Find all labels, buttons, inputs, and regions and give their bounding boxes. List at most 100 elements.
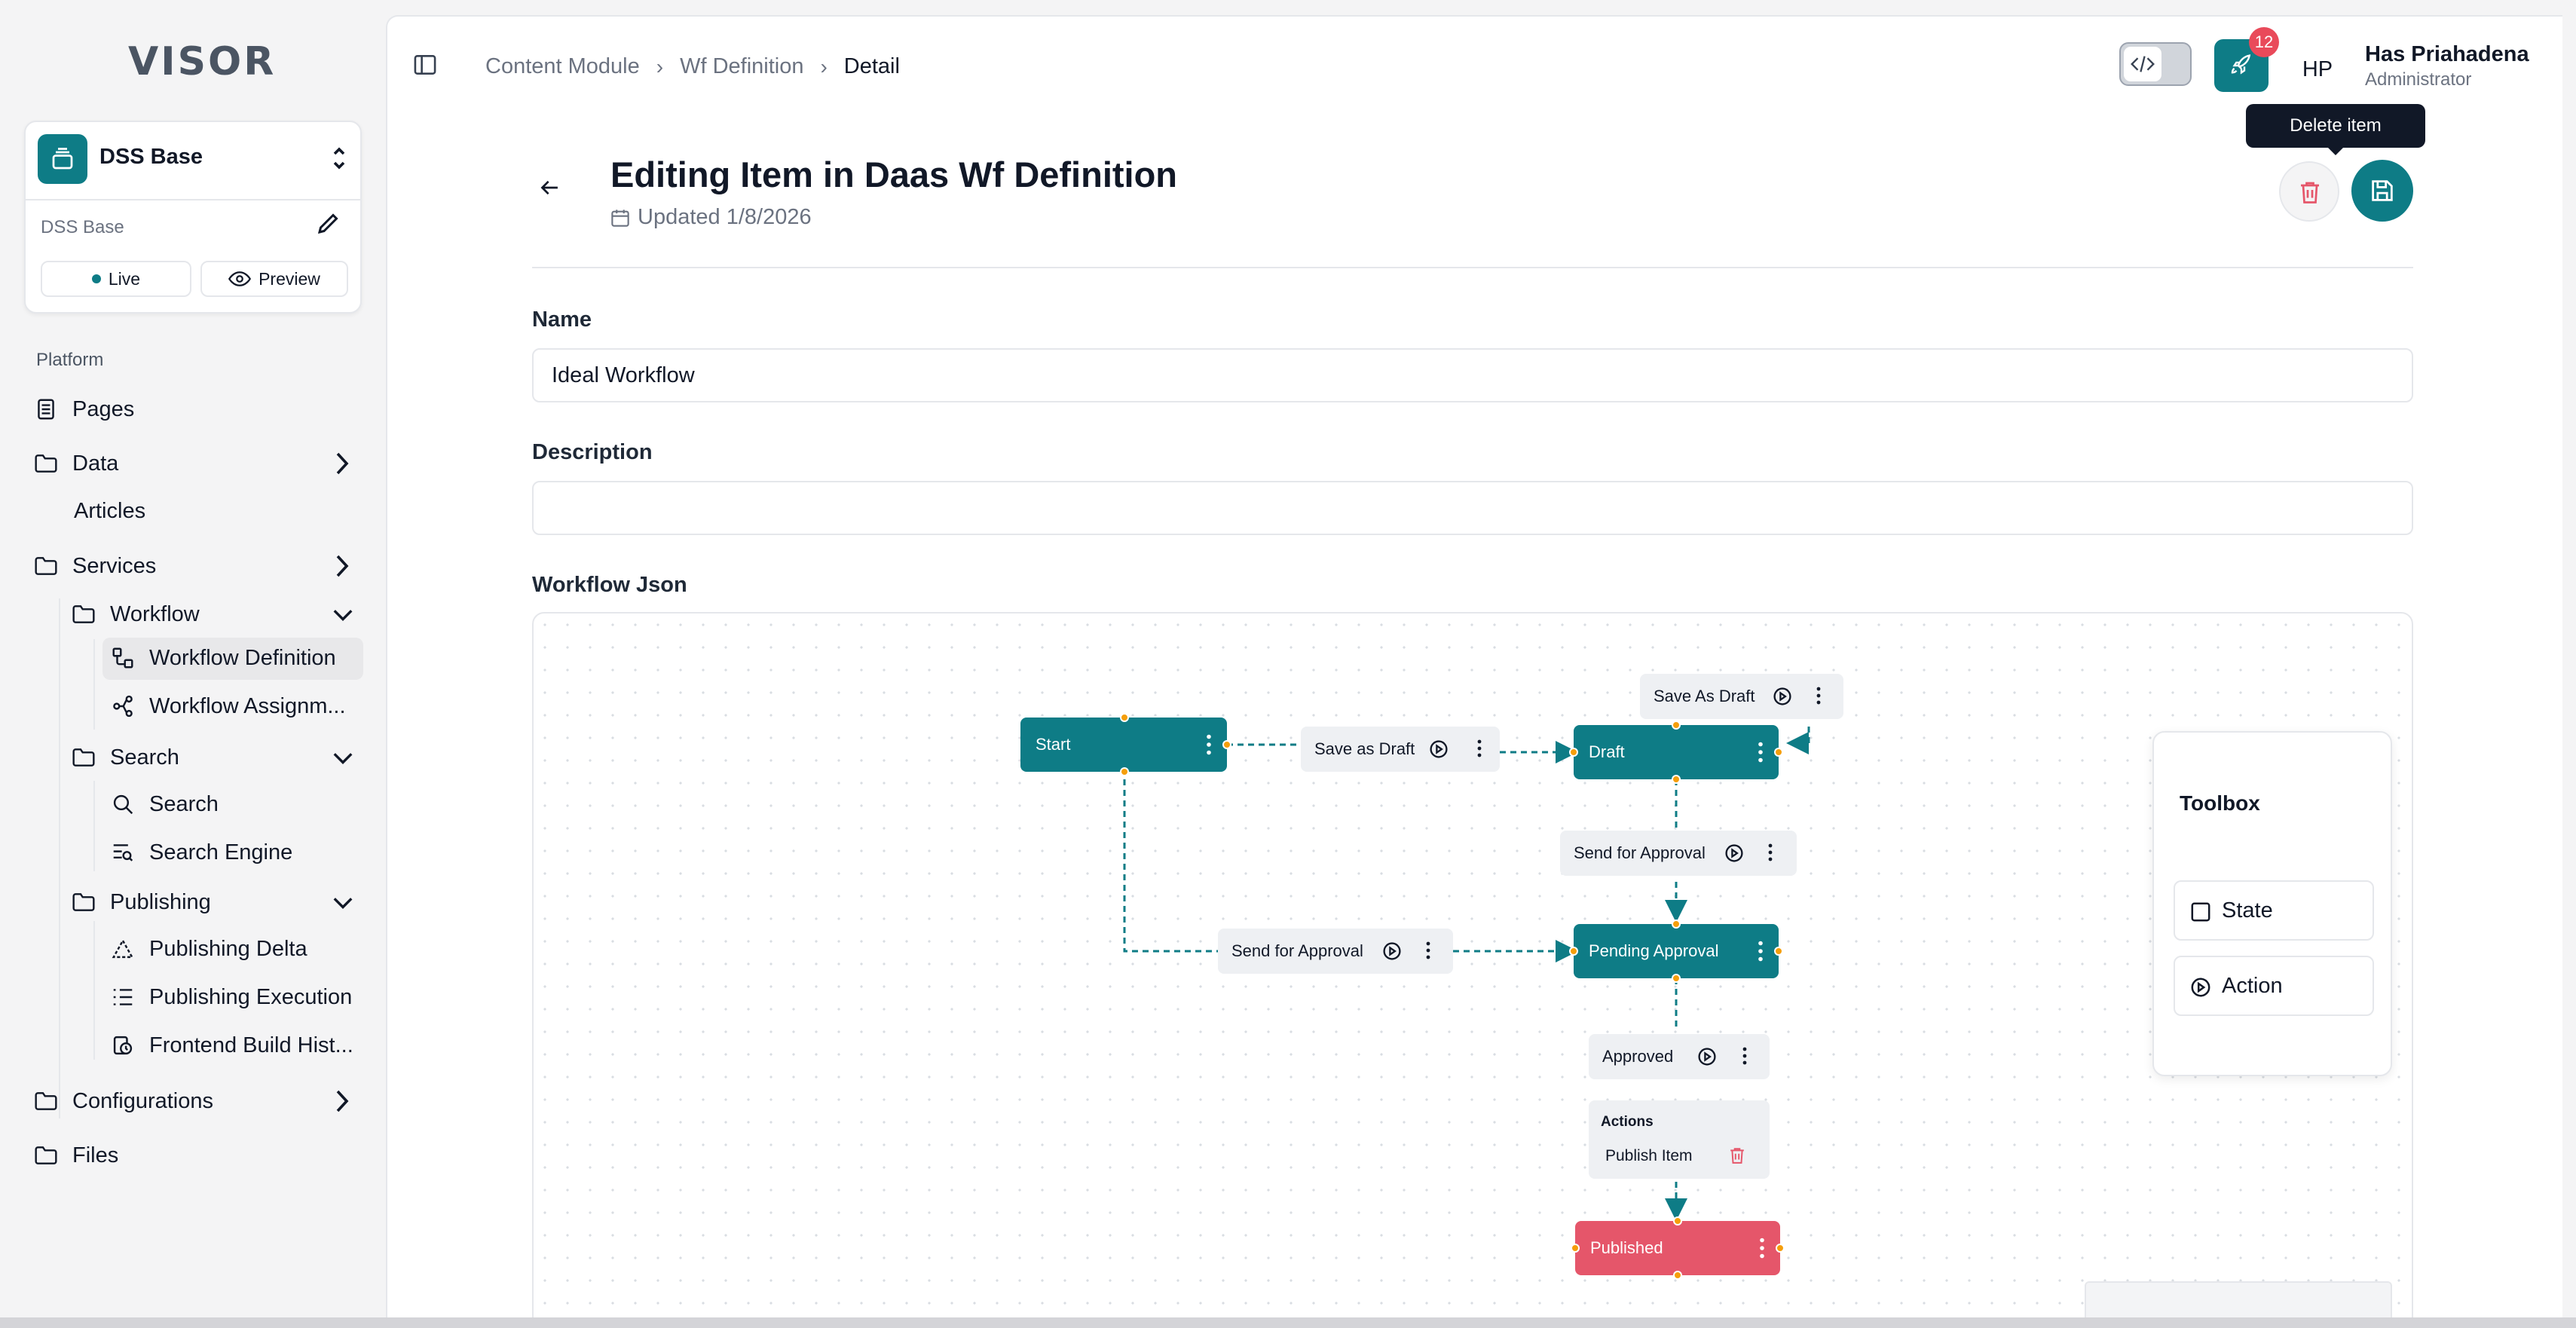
- chevron-down-icon[interactable]: [332, 601, 354, 627]
- action-node-approved[interactable]: Approved: [1589, 1034, 1770, 1079]
- sidebar-item-files[interactable]: Files: [33, 1143, 118, 1168]
- tree-line: [93, 781, 95, 871]
- sidebar-item-publishing[interactable]: Publishing: [71, 889, 211, 915]
- sidebar-toggle-icon[interactable]: [413, 53, 437, 81]
- connection-handle[interactable]: [1222, 740, 1231, 749]
- connection-handle[interactable]: [1672, 920, 1681, 929]
- folder-icon: [33, 451, 59, 476]
- connection-handle[interactable]: [1120, 713, 1129, 722]
- pages-icon: [33, 396, 59, 422]
- build-history-icon: [110, 1033, 136, 1058]
- sidebar-item-configurations[interactable]: Configurations: [33, 1088, 213, 1114]
- kebab-menu-icon: [1742, 1047, 1747, 1065]
- description-label: Description: [532, 440, 653, 464]
- workspace-subtitle: DSS Base: [41, 217, 124, 237]
- workspace-switcher[interactable]: DSS Base: [26, 122, 360, 200]
- code-view-toggle[interactable]: [2119, 42, 2192, 86]
- action-node-send-for-approval-draft[interactable]: Send for Approval: [1560, 831, 1797, 876]
- toolbox-title: Toolbox: [2180, 791, 2260, 815]
- sidebar-item-frontend-build-history[interactable]: Frontend Build Hist...: [110, 1033, 353, 1058]
- action-node-send-for-approval-start[interactable]: Send for Approval: [1218, 929, 1453, 974]
- sidebar-item-pages[interactable]: Pages: [33, 396, 134, 422]
- play-circle-icon: [1698, 1048, 1716, 1066]
- name-label: Name: [532, 308, 592, 332]
- name-input[interactable]: Ideal Workflow: [532, 348, 2413, 402]
- preview-button[interactable]: Preview: [200, 261, 348, 297]
- connection-handle[interactable]: [1571, 1244, 1580, 1253]
- tree-line: [93, 921, 95, 1060]
- pencil-icon[interactable]: [315, 210, 342, 240]
- connection-handle[interactable]: [1672, 974, 1681, 983]
- sidebar-item-search-group[interactable]: Search: [71, 745, 179, 770]
- list-icon: [110, 984, 136, 1010]
- breadcrumb-detail: Detail: [843, 54, 900, 78]
- avatar[interactable]: HP: [2294, 51, 2341, 87]
- toolbox-state-item[interactable]: State: [2174, 880, 2374, 941]
- sidebar-item-articles[interactable]: Articles: [74, 499, 145, 524]
- workflow-canvas[interactable]: Start Draft Pending Approval Published S…: [532, 612, 2413, 1328]
- state-node-start[interactable]: Start: [1020, 718, 1227, 772]
- connection-handle[interactable]: [1774, 748, 1783, 757]
- sidebar-item-workflow-definition[interactable]: Workflow Definition: [110, 645, 336, 671]
- breadcrumb-content-module[interactable]: Content Module: [485, 54, 640, 79]
- connection-handle[interactable]: [1672, 775, 1681, 784]
- sidebar-item-publishing-delta[interactable]: Publishing Delta: [110, 936, 307, 962]
- sidebar-item-workflow-assignment[interactable]: Workflow Assignm...: [110, 693, 346, 719]
- connection-handle[interactable]: [1672, 721, 1681, 730]
- user-name[interactable]: Has Priahadena: [2365, 42, 2529, 67]
- folder-icon: [71, 601, 96, 627]
- connection-handle[interactable]: [1569, 947, 1578, 956]
- toolbox-action-item[interactable]: Action: [2174, 956, 2374, 1016]
- save-button[interactable]: [2351, 160, 2413, 222]
- sidebar-item-data[interactable]: Data: [33, 451, 118, 476]
- state-node-draft[interactable]: Draft: [1574, 725, 1779, 779]
- play-circle-icon: [1430, 740, 1448, 758]
- delete-button[interactable]: [2279, 161, 2339, 222]
- folder-icon: [33, 1088, 59, 1114]
- sidebar-item-services[interactable]: Services: [33, 553, 156, 579]
- kebab-menu-icon: [1207, 734, 1211, 755]
- state-node-published[interactable]: Published: [1575, 1221, 1780, 1275]
- folder-icon: [71, 889, 96, 915]
- connection-handle[interactable]: [1120, 767, 1129, 776]
- breadcrumb-wf-definition[interactable]: Wf Definition: [680, 54, 803, 79]
- back-arrow-icon[interactable]: [538, 176, 561, 203]
- play-circle-icon: [1773, 687, 1791, 705]
- sidebar-item-search-engine[interactable]: Search Engine: [110, 840, 292, 865]
- workflow-icon: [110, 645, 136, 671]
- kebab-menu-icon: [1426, 941, 1430, 959]
- eye-icon: [228, 271, 252, 286]
- kebab-menu-icon: [1758, 941, 1763, 962]
- chevron-down-icon[interactable]: [332, 889, 354, 915]
- connection-handle[interactable]: [1569, 748, 1578, 757]
- action-node-save-as-draft[interactable]: Save as Draft: [1301, 727, 1500, 772]
- delete-tooltip: Delete item: [2246, 104, 2425, 155]
- chevron-right-icon[interactable]: [335, 553, 350, 579]
- chevron-right-icon[interactable]: [335, 451, 350, 476]
- chevron-right-icon[interactable]: [335, 1088, 350, 1114]
- sidebar-item-search[interactable]: Search: [110, 791, 219, 817]
- visor-logo[interactable]: VISOR: [128, 39, 276, 84]
- breadcrumb: Content Module › Wf Definition › Detail: [485, 54, 900, 79]
- divider: [532, 267, 2413, 268]
- sidebar-item-publishing-execution[interactable]: Publishing Execution: [110, 984, 352, 1010]
- nav-section-platform: Platform: [36, 350, 104, 370]
- workspace-card: DSS Base DSS Base Live Preview: [24, 121, 362, 314]
- workflow-json-label: Workflow Json: [532, 573, 687, 597]
- sidebar-item-workflow[interactable]: Workflow: [71, 601, 200, 627]
- rocket-icon: [2231, 54, 2251, 75]
- live-dot-icon: [91, 274, 101, 283]
- connection-handle[interactable]: [1673, 1271, 1682, 1280]
- trash-icon[interactable]: [1729, 1146, 1745, 1165]
- connection-handle[interactable]: [1776, 1244, 1785, 1253]
- action-node-save-as-draft-self[interactable]: Save As Draft: [1640, 674, 1843, 719]
- live-button[interactable]: Live: [41, 261, 191, 297]
- updated-date: Updated 1/8/2026: [610, 205, 812, 230]
- calendar-icon: [611, 209, 629, 227]
- state-node-pending-approval[interactable]: Pending Approval: [1574, 924, 1779, 978]
- user-role: Administrator: [2365, 69, 2472, 90]
- description-input[interactable]: [532, 481, 2413, 535]
- connection-handle[interactable]: [1774, 947, 1783, 956]
- chevron-down-icon[interactable]: [332, 745, 354, 770]
- connection-handle[interactable]: [1673, 1216, 1682, 1225]
